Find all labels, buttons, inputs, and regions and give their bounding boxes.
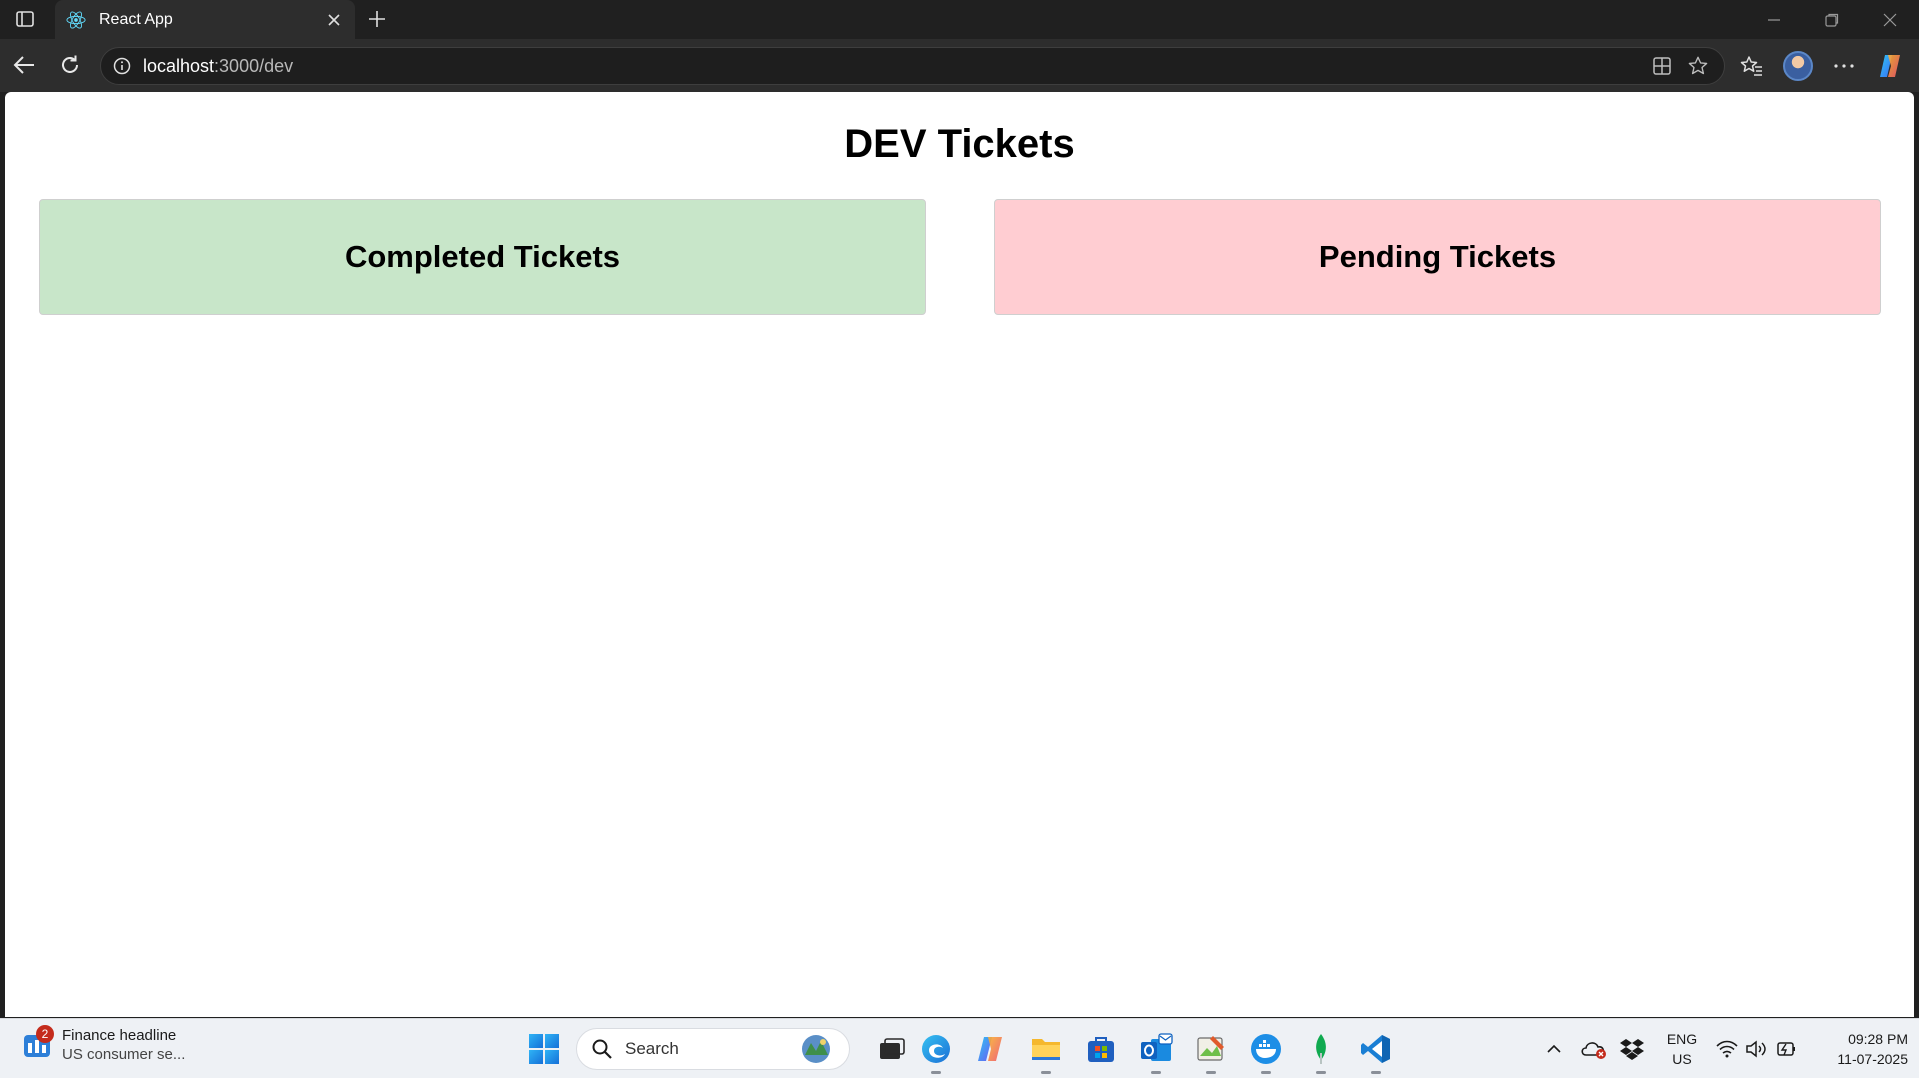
profile-avatar[interactable] [1779, 47, 1817, 85]
microsoft-store-icon[interactable] [1083, 1031, 1119, 1067]
search-highlight-icon [802, 1035, 830, 1063]
running-indicator [931, 1071, 941, 1074]
search-label: Search [625, 1039, 679, 1058]
copilot-app-icon[interactable] [972, 1031, 1008, 1067]
docker-icon[interactable] [1248, 1031, 1284, 1074]
close-window-icon[interactable] [1861, 0, 1919, 39]
running-indicator [1261, 1071, 1271, 1074]
browser-tab[interactable]: React App [55, 0, 355, 39]
more-options-icon[interactable] [1825, 47, 1863, 85]
language-primary: ENG [1666, 1031, 1698, 1047]
news-widget[interactable]: 2 Finance headline US consumer se... [22, 1025, 186, 1063]
completed-tickets-heading: Completed Tickets [344, 239, 621, 274]
onedrive-error-icon[interactable] [1576, 1031, 1612, 1067]
file-explorer-icon[interactable] [1028, 1031, 1064, 1074]
tab-title: React App [99, 10, 173, 28]
refresh-icon[interactable] [54, 49, 86, 81]
pending-tickets-card[interactable]: Pending Tickets [994, 199, 1881, 315]
paint-icon[interactable] [1193, 1031, 1229, 1074]
task-view-icon[interactable] [874, 1031, 910, 1067]
favorite-star-icon[interactable] [1680, 48, 1716, 84]
outlook-icon[interactable] [1138, 1031, 1174, 1074]
favorites-icon[interactable] [1733, 47, 1771, 85]
search-icon [592, 1039, 612, 1059]
new-tab-icon[interactable] [363, 5, 391, 33]
page-viewport: DEV Tickets Completed Tickets Pending Ti… [5, 92, 1914, 1017]
browser-toolbar: localhost:3000/dev [0, 39, 1919, 92]
taskbar: 2 Finance headline US consumer se... Sea… [0, 1018, 1919, 1078]
running-indicator [1206, 1071, 1216, 1074]
app-available-icon[interactable] [1644, 48, 1680, 84]
running-indicator [1151, 1071, 1161, 1074]
react-logo-icon [65, 9, 87, 31]
running-indicator [1041, 1071, 1051, 1074]
taskbar-search-box[interactable]: Search [576, 1028, 850, 1070]
copilot-icon[interactable] [1871, 47, 1909, 85]
completed-tickets-card[interactable]: Completed Tickets [39, 199, 926, 315]
running-indicator [1371, 1071, 1381, 1074]
browser-titlebar: React App [0, 0, 1919, 39]
show-hidden-icons-chevron-icon[interactable] [1536, 1031, 1572, 1067]
finance-widget-icon: 2 [22, 1025, 54, 1061]
widget-subtitle: US consumer se... [62, 1046, 186, 1063]
close-tab-icon[interactable] [321, 7, 347, 33]
vscode-icon[interactable] [1358, 1031, 1394, 1074]
address-bar[interactable]: localhost:3000/dev [100, 47, 1725, 85]
restore-icon[interactable] [1803, 0, 1861, 39]
language-secondary: US [1672, 1051, 1692, 1067]
page-title: DEV Tickets [844, 122, 1075, 166]
back-arrow-icon[interactable] [8, 49, 40, 81]
url-host: localhost [143, 55, 215, 76]
dropbox-icon[interactable] [1614, 1031, 1650, 1067]
mongodb-compass-icon[interactable] [1303, 1031, 1339, 1074]
url-path: :3000/dev [214, 55, 294, 76]
widget-headline: Finance headline [62, 1027, 177, 1044]
running-indicator [1316, 1071, 1326, 1074]
pending-tickets-heading: Pending Tickets [1318, 239, 1557, 274]
minimize-icon[interactable] [1745, 0, 1803, 39]
url-text[interactable]: localhost:3000/dev [143, 56, 1644, 77]
battery-charging-icon[interactable] [1768, 1031, 1804, 1067]
edge-browser-icon[interactable] [918, 1031, 954, 1074]
clock-date: 11-07-2025 [1837, 1051, 1908, 1067]
toolbar-actions [1733, 47, 1909, 85]
site-info-icon[interactable] [111, 55, 133, 77]
notification-badge: 2 [36, 1025, 54, 1043]
window-controls [1745, 0, 1919, 39]
windows-start-icon[interactable] [527, 1032, 561, 1066]
language-indicator[interactable]: ENG US [1664, 1029, 1700, 1069]
tab-actions-icon[interactable] [12, 8, 38, 30]
clock-time: 09:28 PM [1848, 1031, 1908, 1047]
taskbar-clock[interactable]: 09:28 PM 11-07-2025 [1808, 1029, 1908, 1069]
avatar [1783, 51, 1813, 81]
